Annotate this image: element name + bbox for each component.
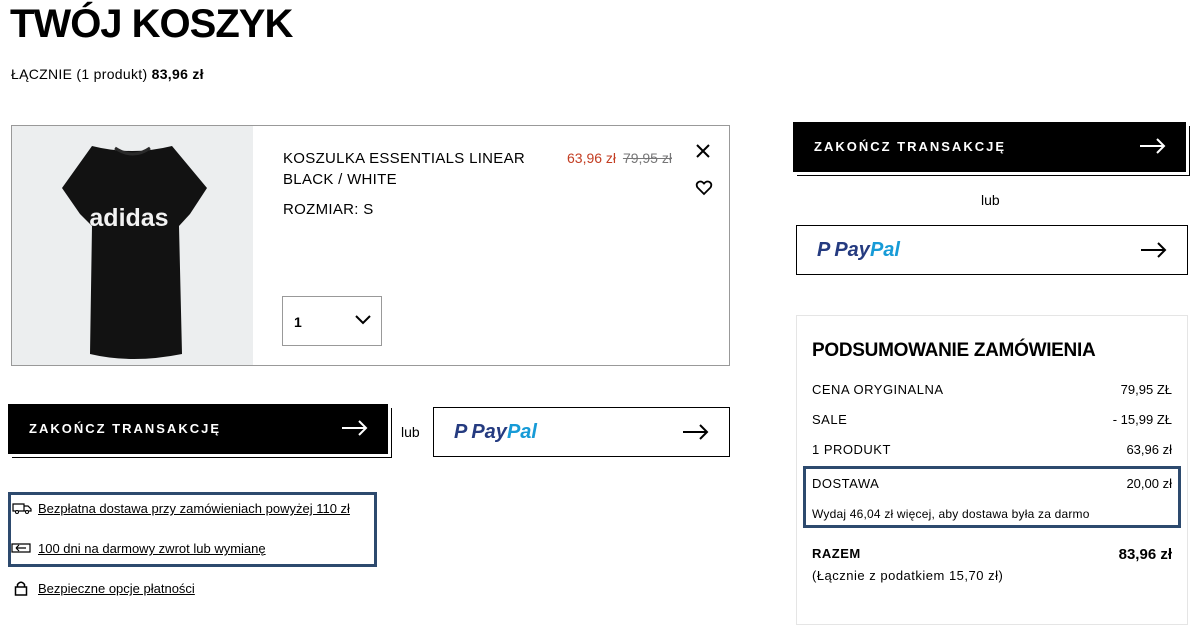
checkout-button-label: ZAKOŃCZ TRANSAKCJĘ <box>814 139 1006 154</box>
quantity-select[interactable]: 1 <box>282 296 382 346</box>
summary-row-value: - 15,99 ZŁ <box>1112 412 1172 427</box>
chevron-down-icon <box>355 315 371 325</box>
summary-row-value: 20,00 zł <box>1126 476 1172 491</box>
arrow-right-icon <box>683 424 709 440</box>
summary-row-value: 79,95 ZŁ <box>1120 382 1172 397</box>
checkout-button-label: ZAKOŃCZ TRANSAKCJĘ <box>29 421 221 436</box>
summary-row-products: 1 PRODUKT 63,96 zł <box>812 442 1172 457</box>
arrow-right-icon <box>342 420 368 436</box>
summary-total-row: RAZEM 83,96 zł <box>812 546 1172 563</box>
returns-link[interactable]: 100 dni na darmowy zwrot lub wymianę <box>38 541 266 556</box>
summary-row-label: 1 PRODUKT <box>812 442 891 457</box>
heart-icon[interactable] <box>695 179 713 197</box>
close-icon[interactable] <box>694 142 712 160</box>
paypal-logo: P PayPal <box>454 421 537 444</box>
arrow-right-icon <box>1141 242 1167 258</box>
paypal-logo: P PayPal <box>817 239 900 262</box>
paypal-icon: P <box>817 239 831 261</box>
paypal-icon: P <box>454 421 468 443</box>
summary-row-label: SALE <box>812 412 848 427</box>
product-name[interactable]: KOSZULKA ESSENTIALS LINEAR BLACK / WHITE <box>283 148 543 190</box>
cart-item: adidas KOSZULKA ESSENTIALS LINEAR BLACK … <box>11 125 730 366</box>
product-image[interactable]: adidas <box>12 126 253 365</box>
summary-title: PODSUMOWANIE ZAMÓWIENIA <box>812 340 1096 361</box>
paypal-pay-text: Pay <box>471 421 507 443</box>
shipping-note: Wydaj 46,04 zł więcej, aby dostawa była … <box>812 507 1090 521</box>
paypal-pal-text: Pal <box>869 239 900 261</box>
cart-total-value: 83,96 zł <box>151 66 204 82</box>
checkout-button-top[interactable]: ZAKOŃCZ TRANSAKCJĘ <box>793 122 1186 172</box>
quantity-value: 1 <box>294 314 302 330</box>
summary-row-original: CENA ORYGINALNA 79,95 ZŁ <box>812 382 1172 397</box>
or-label-top: lub <box>981 192 1000 208</box>
arrow-right-icon <box>1140 138 1166 154</box>
paypal-button-bottom[interactable]: P PayPal <box>433 407 730 457</box>
tshirt-image: adidas <box>62 146 207 359</box>
return-icon <box>11 543 31 553</box>
checkout-button-bottom[interactable]: ZAKOŃCZ TRANSAKCJĘ <box>8 404 388 454</box>
or-label-bottom: lub <box>401 424 420 440</box>
summary-total-value: 83,96 zł <box>1118 546 1172 563</box>
product-logo-text: adidas <box>89 204 168 232</box>
tax-note: (Łącznie z podatkiem 15,70 zł) <box>812 568 1004 583</box>
summary-row-label: CENA ORYGINALNA <box>812 382 944 397</box>
summary-row-label: DOSTAWA <box>812 476 880 491</box>
summary-row-value: 63,96 zł <box>1126 442 1172 457</box>
truck-icon <box>12 503 32 514</box>
summary-row-sale: SALE - 15,99 ZŁ <box>812 412 1172 427</box>
paypal-pay-text: Pay <box>834 239 870 261</box>
sale-price: 63,96 zł <box>567 150 617 166</box>
secure-payment-link[interactable]: Bezpieczne opcje płatności <box>38 581 195 596</box>
cart-total-prefix: ŁĄCZNIE (1 produkt) <box>11 66 148 82</box>
summary-row-shipping: DOSTAWA 20,00 zł <box>812 476 1172 491</box>
paypal-pal-text: Pal <box>506 421 537 443</box>
page-title: TWÓJ KOSZYK <box>10 2 293 46</box>
cart-total-line: ŁĄCZNIE (1 produkt) 83,96 zł <box>11 66 204 82</box>
product-size: ROZMIAR: S <box>283 201 374 218</box>
lock-icon <box>14 581 28 596</box>
order-summary: PODSUMOWANIE ZAMÓWIENIA CENA ORYGINALNA … <box>796 315 1188 625</box>
original-price: 79,95 zł <box>622 150 672 166</box>
product-price: 63,96 zł 79,95 zł <box>567 150 672 166</box>
free-shipping-link[interactable]: Bezpłatna dostawa przy zamówieniach powy… <box>38 501 350 516</box>
paypal-button-top[interactable]: P PayPal <box>796 225 1188 275</box>
summary-total-label: RAZEM <box>812 546 861 561</box>
